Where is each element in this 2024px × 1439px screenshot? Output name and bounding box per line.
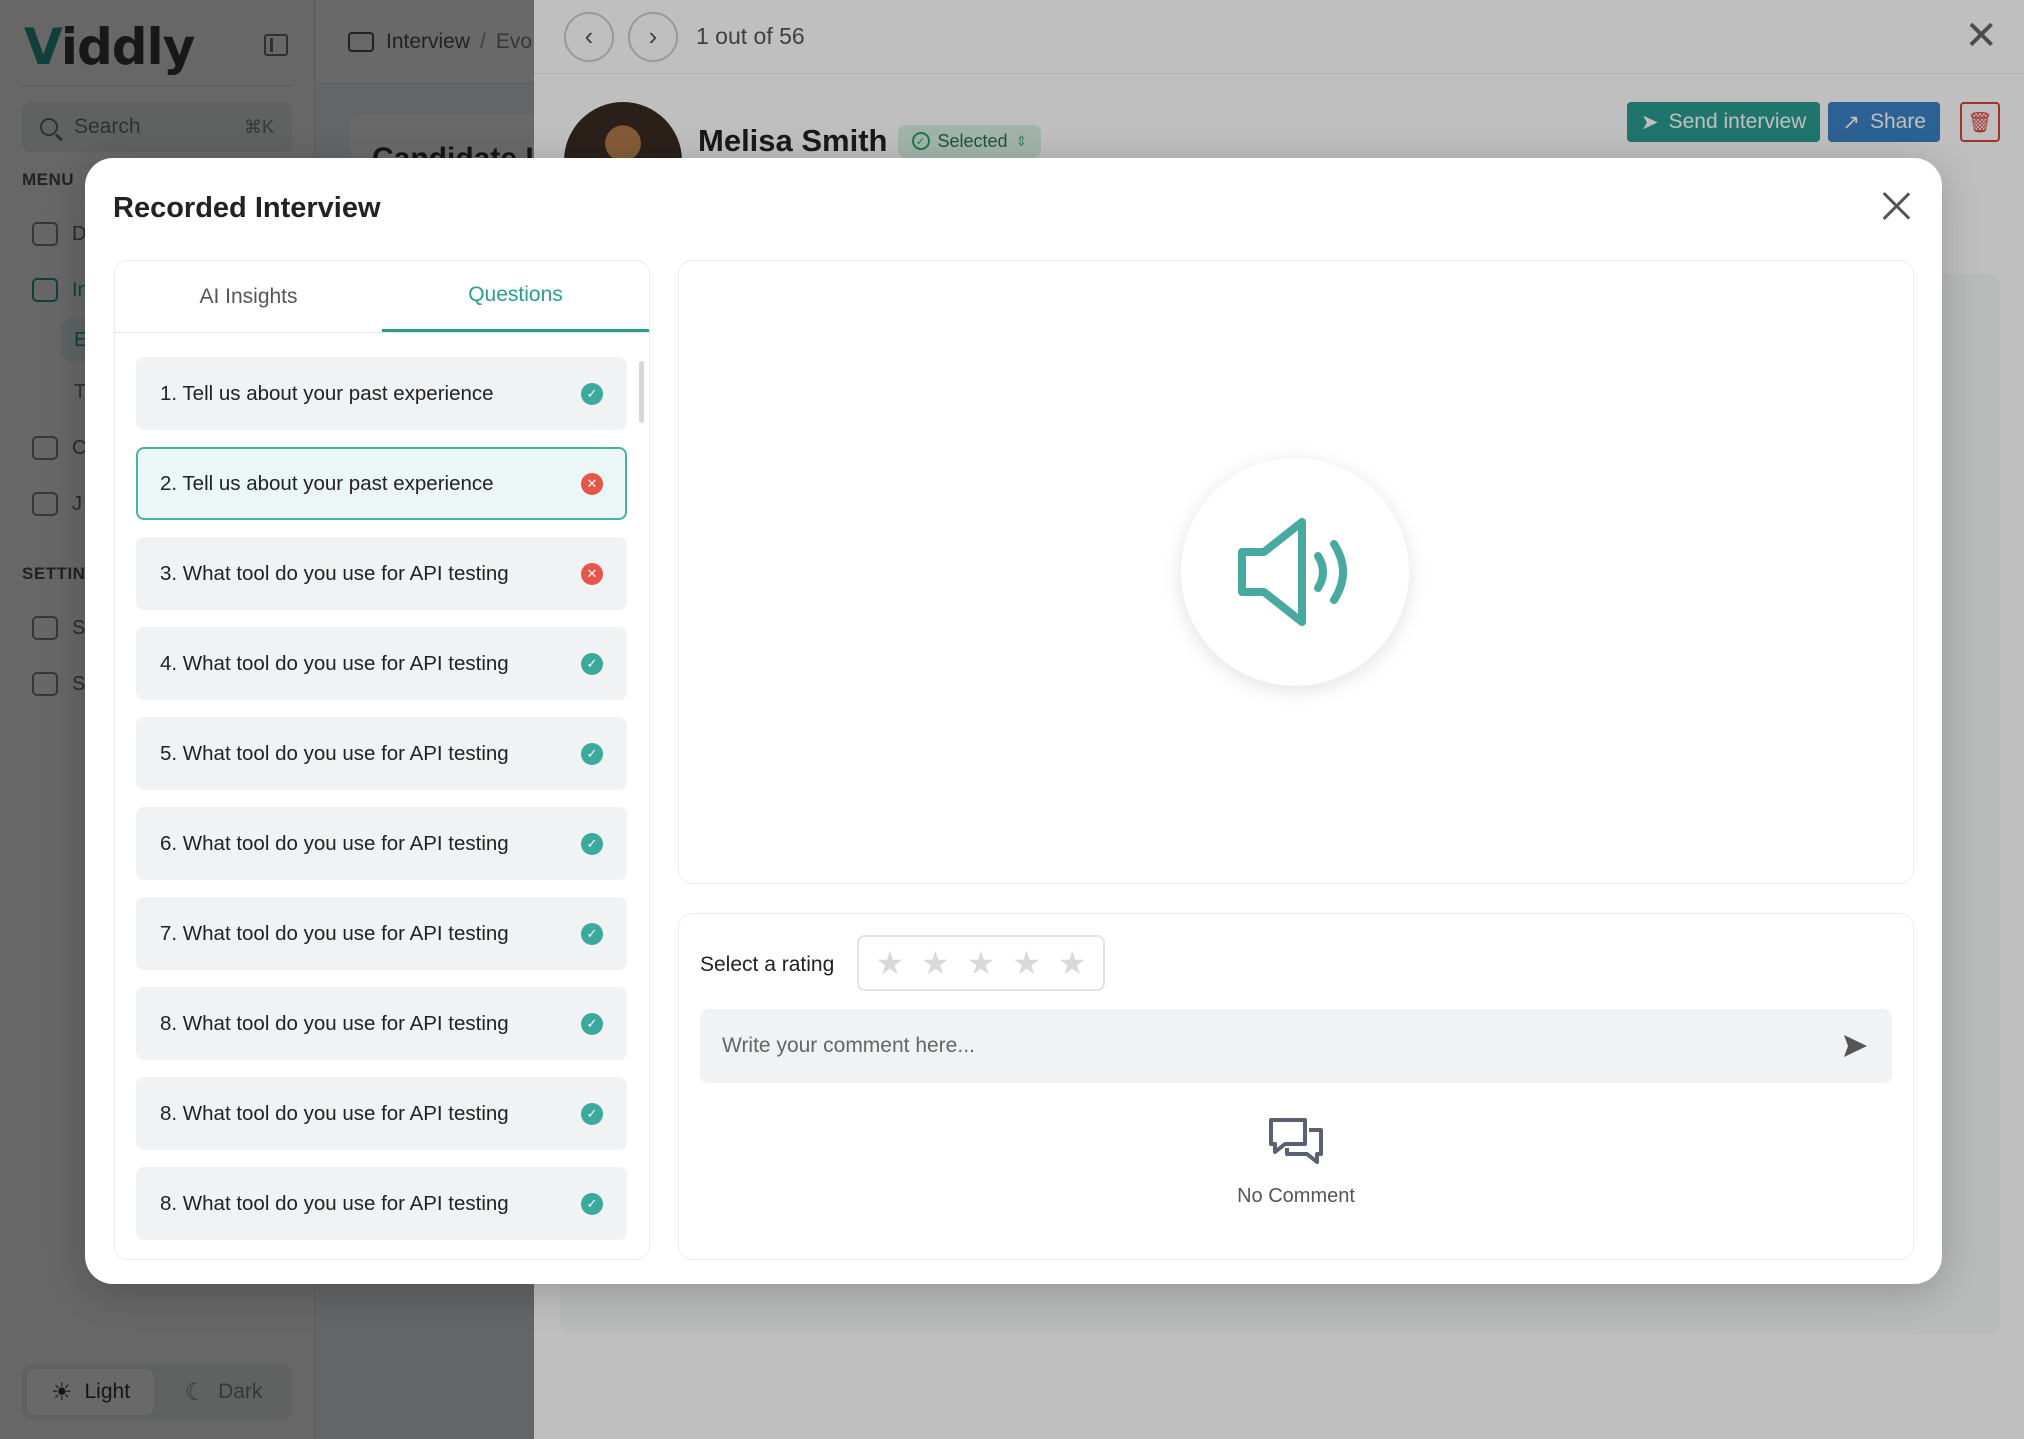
star-icon[interactable]: ★ xyxy=(875,944,904,982)
check-circle-icon: ✓ xyxy=(581,382,603,405)
send-icon xyxy=(1844,1035,1867,1057)
question-text: 2. Tell us about your past experience xyxy=(160,471,494,495)
rating-label: Select a rating xyxy=(700,953,835,976)
scrollbar[interactable] xyxy=(639,361,644,423)
send-comment-button[interactable] xyxy=(1840,1031,1870,1061)
question-text: 6. What tool do you use for API testing xyxy=(160,831,509,855)
question-text: 5. What tool do you use for API testing xyxy=(160,741,509,765)
question-text: 7. What tool do you use for API testing xyxy=(160,921,509,945)
questions-panel: AI Insights Questions 1. Tell us about y… xyxy=(114,260,650,1260)
check-circle-icon: ✓ xyxy=(581,652,603,675)
speaker-icon xyxy=(1238,518,1347,626)
question-text: 1. Tell us about your past experience xyxy=(160,381,494,405)
question-item[interactable]: 6. What tool do you use for API testing ✓ xyxy=(136,807,627,880)
check-circle-icon: ✓ xyxy=(581,832,603,855)
question-item[interactable]: 8. What tool do you use for API testing ✓ xyxy=(136,1167,627,1240)
question-text: 8. What tool do you use for API testing xyxy=(160,1101,509,1125)
recorded-interview-modal: Recorded Interview AI Insights Questions… xyxy=(85,158,1942,1284)
star-icon[interactable]: ★ xyxy=(1012,944,1041,982)
star-icon[interactable]: ★ xyxy=(1058,944,1087,982)
question-text: 8. What tool do you use for API testing xyxy=(160,1191,509,1215)
tab-ai-insights[interactable]: AI Insights xyxy=(115,261,382,332)
check-circle-icon: ✓ xyxy=(581,742,603,765)
star-icon[interactable]: ★ xyxy=(967,944,996,982)
question-list: 1. Tell us about your past experience ✓ 2.… xyxy=(136,357,627,1257)
tab-questions[interactable]: Questions xyxy=(382,261,649,332)
check-circle-icon: ✓ xyxy=(581,1192,603,1215)
chat-icon xyxy=(1269,1118,1323,1164)
media-player xyxy=(678,260,1914,884)
close-icon[interactable] xyxy=(1880,190,1912,222)
check-circle-icon: ✓ xyxy=(581,1102,603,1125)
question-text: 8. What tool do you use for API testing xyxy=(160,1011,509,1035)
star-icon[interactable]: ★ xyxy=(921,944,950,982)
question-item[interactable]: 5. What tool do you use for API testing ✓ xyxy=(136,717,627,790)
no-comment-text: No Comment xyxy=(1237,1185,1355,1207)
panel-tabs: AI Insights Questions xyxy=(115,261,649,333)
question-item[interactable]: 8. What tool do you use for API testing ✓ xyxy=(136,987,627,1060)
question-item[interactable]: 4. What tool do you use for API testing ✓ xyxy=(136,627,627,700)
question-text: 4. What tool do you use for API testing xyxy=(160,651,509,675)
question-item[interactable]: 3. What tool do you use for API testing ✕ xyxy=(136,537,627,610)
question-item[interactable]: 2. Tell us about your past experience ✕ xyxy=(136,447,627,520)
comment-box xyxy=(700,1009,1892,1083)
question-item[interactable]: 1. Tell us about your past experience ✓ xyxy=(136,357,627,430)
empty-comments: No Comment xyxy=(679,1116,1913,1208)
audio-play-button[interactable] xyxy=(1181,458,1409,686)
question-item[interactable]: 7. What tool do you use for API testing ✓ xyxy=(136,897,627,970)
error-circle-icon: ✕ xyxy=(581,472,603,495)
modal-title: Recorded Interview xyxy=(113,192,381,224)
comment-input[interactable] xyxy=(722,1034,1840,1058)
error-circle-icon: ✕ xyxy=(581,562,603,585)
check-circle-icon: ✓ xyxy=(581,1012,603,1035)
question-item[interactable]: 8. What tool do you use for API testing ✓ xyxy=(136,1077,627,1150)
star-rating: ★ ★ ★ ★ ★ xyxy=(857,935,1105,991)
check-circle-icon: ✓ xyxy=(581,922,603,945)
question-text: 3. What tool do you use for API testing xyxy=(160,561,509,585)
feedback-panel: Select a rating ★ ★ ★ ★ ★ No Comment xyxy=(678,913,1914,1260)
